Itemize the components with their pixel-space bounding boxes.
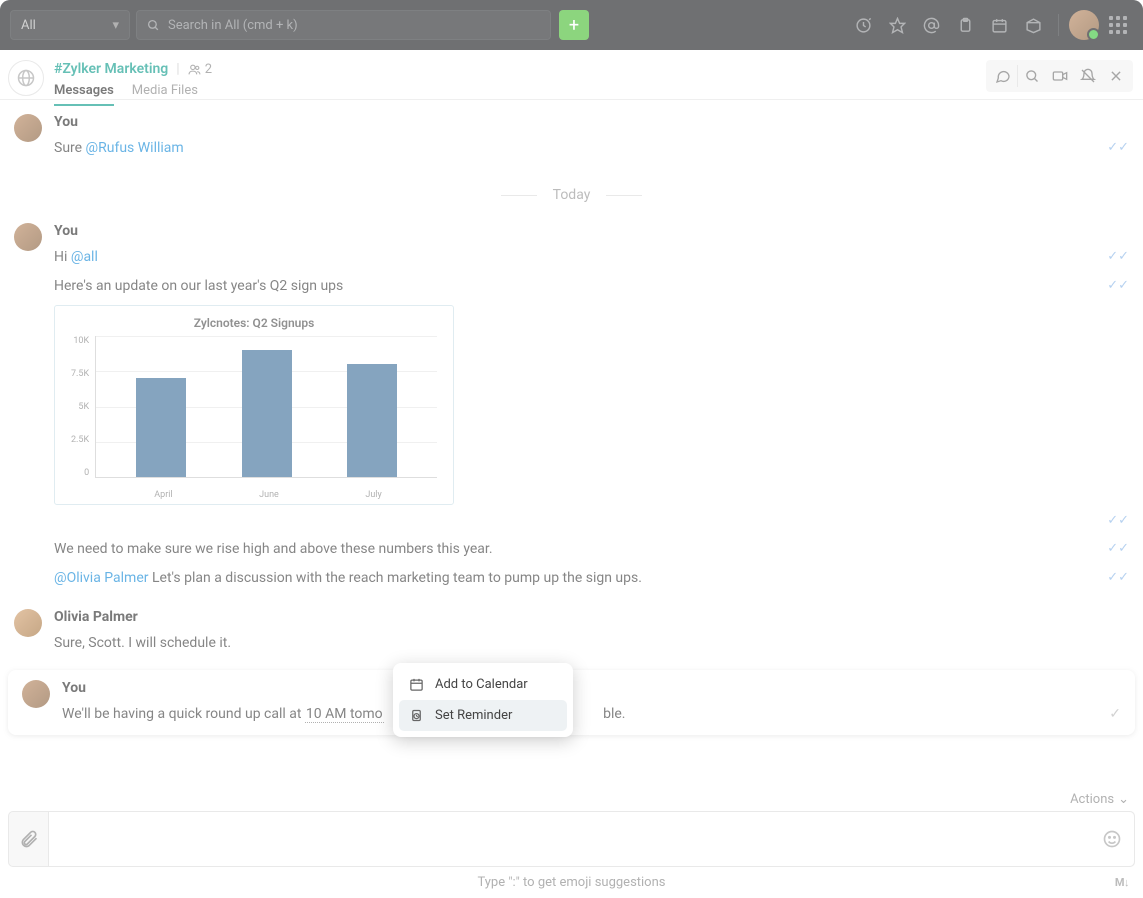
read-receipt-icon: ✓✓ — [1107, 276, 1129, 296]
bottom-bar: Actions ⌄ Type ":" to get emoji suggesti… — [0, 788, 1143, 898]
avatar[interactable] — [14, 223, 42, 251]
read-receipt-icon: ✓✓ — [1107, 539, 1129, 559]
channel-name[interactable]: #Zylker Marketing — [54, 61, 168, 77]
message-item: You Sure @Rufus William ✓✓ — [0, 108, 1143, 173]
add-button[interactable]: + — [559, 10, 589, 40]
calendar-icon — [409, 677, 425, 692]
mute-icon[interactable] — [1074, 63, 1102, 89]
composer-hint: Type ":" to get emoji suggestions — [477, 875, 665, 890]
message-text: Here's an update on our last year's Q2 s… — [54, 276, 1095, 297]
apps-grid-icon[interactable] — [1103, 10, 1133, 40]
menu-add-to-calendar[interactable]: Add to Calendar — [399, 669, 567, 700]
star-icon[interactable] — [882, 10, 912, 40]
actions-toggle[interactable]: Actions ⌄ — [1070, 792, 1129, 807]
sender-name: You — [54, 223, 1129, 239]
plus-icon: + — [569, 15, 579, 36]
message-item: You Hi @all ✓✓ Here's an update on our l… — [0, 217, 1143, 603]
chart-attachment[interactable]: Zylcnotes: Q2 Signups 10K 7.5K 5K 2.5K 0 — [54, 305, 454, 505]
message-item: Olivia Palmer Sure, Scott. I will schedu… — [0, 603, 1143, 668]
mention[interactable]: @Rufus William — [86, 140, 184, 156]
chevron-down-icon: ⌄ — [1118, 792, 1129, 807]
search-input[interactable]: Search in All (cmd + k) — [136, 10, 551, 40]
calendar-icon[interactable] — [984, 10, 1014, 40]
separator: | — [176, 61, 179, 77]
box-icon[interactable] — [1018, 10, 1048, 40]
mention-icon[interactable] — [916, 10, 946, 40]
reminder-icon — [409, 708, 425, 723]
video-icon[interactable] — [1046, 63, 1074, 89]
sent-receipt-icon: ✓ — [1109, 704, 1121, 725]
read-receipt-icon: ✓✓ — [1107, 511, 1129, 531]
scope-label: All — [21, 18, 36, 33]
attach-button[interactable] — [9, 812, 49, 866]
people-count[interactable]: 2 — [188, 62, 212, 77]
markdown-toggle[interactable]: M↓ — [1115, 876, 1129, 889]
scope-dropdown[interactable]: All ▾ — [10, 10, 130, 40]
message-composer — [8, 811, 1135, 867]
day-label: Today — [553, 187, 591, 203]
chart-bar — [242, 350, 292, 477]
read-receipt-icon: ✓✓ — [1107, 247, 1129, 267]
context-menu: Add to Calendar Set Reminder — [393, 663, 573, 737]
user-avatar[interactable] — [1069, 10, 1099, 40]
sender-name: You — [62, 680, 1121, 696]
y-axis: 10K 7.5K 5K 2.5K 0 — [71, 336, 95, 478]
day-divider: Today — [0, 173, 1143, 217]
menu-label: Add to Calendar — [435, 677, 528, 692]
search-icon — [147, 19, 160, 32]
message-text: We'll be having a quick round up call at… — [62, 704, 1097, 725]
message-text: Hi @all — [54, 247, 1095, 268]
mention[interactable]: @all — [71, 249, 98, 265]
menu-label: Set Reminder — [435, 708, 512, 723]
mention[interactable]: @Olivia Palmer — [54, 570, 149, 586]
time-reference[interactable]: 10 AM tomo — [305, 706, 384, 723]
message-input[interactable] — [49, 812, 1090, 866]
message-text: We need to make sure we rise high and ab… — [54, 539, 1095, 560]
read-receipt-icon: ✓✓ — [1107, 138, 1129, 158]
avatar[interactable] — [22, 680, 50, 708]
header-actions — [986, 60, 1133, 92]
emoji-button[interactable] — [1090, 812, 1134, 866]
sender-name: You — [54, 114, 1129, 130]
chart-bar — [347, 364, 397, 477]
x-axis: April June July — [99, 490, 437, 500]
chart-bar — [136, 378, 186, 477]
recent-icon[interactable] — [848, 10, 878, 40]
message-text: Sure, Scott. I will schedule it. — [54, 633, 1129, 654]
clipboard-icon[interactable] — [950, 10, 980, 40]
search-placeholder: Search in All (cmd + k) — [168, 18, 298, 33]
message-text: Sure @Rufus William — [54, 138, 1095, 159]
globe-icon[interactable] — [8, 60, 44, 96]
top-bar: All ▾ Search in All (cmd + k) + — [0, 0, 1143, 50]
chart-title: Zylcnotes: Q2 Signups — [71, 316, 437, 330]
chart-plot — [95, 336, 437, 478]
search-channel-icon[interactable] — [1018, 63, 1046, 89]
chevron-down-icon: ▾ — [112, 18, 119, 33]
avatar[interactable] — [14, 114, 42, 142]
menu-set-reminder[interactable]: Set Reminder — [399, 700, 567, 731]
close-icon[interactable] — [1102, 63, 1130, 89]
avatar[interactable] — [14, 609, 42, 637]
read-receipt-icon: ✓✓ — [1107, 568, 1129, 588]
sender-name: Olivia Palmer — [54, 609, 1129, 625]
chat-icon[interactable] — [989, 63, 1017, 89]
message-text: @Olivia Palmer Let's plan a discussion w… — [54, 568, 1095, 589]
channel-header: #Zylker Marketing | 2 Messages Media Fil… — [0, 50, 1143, 100]
